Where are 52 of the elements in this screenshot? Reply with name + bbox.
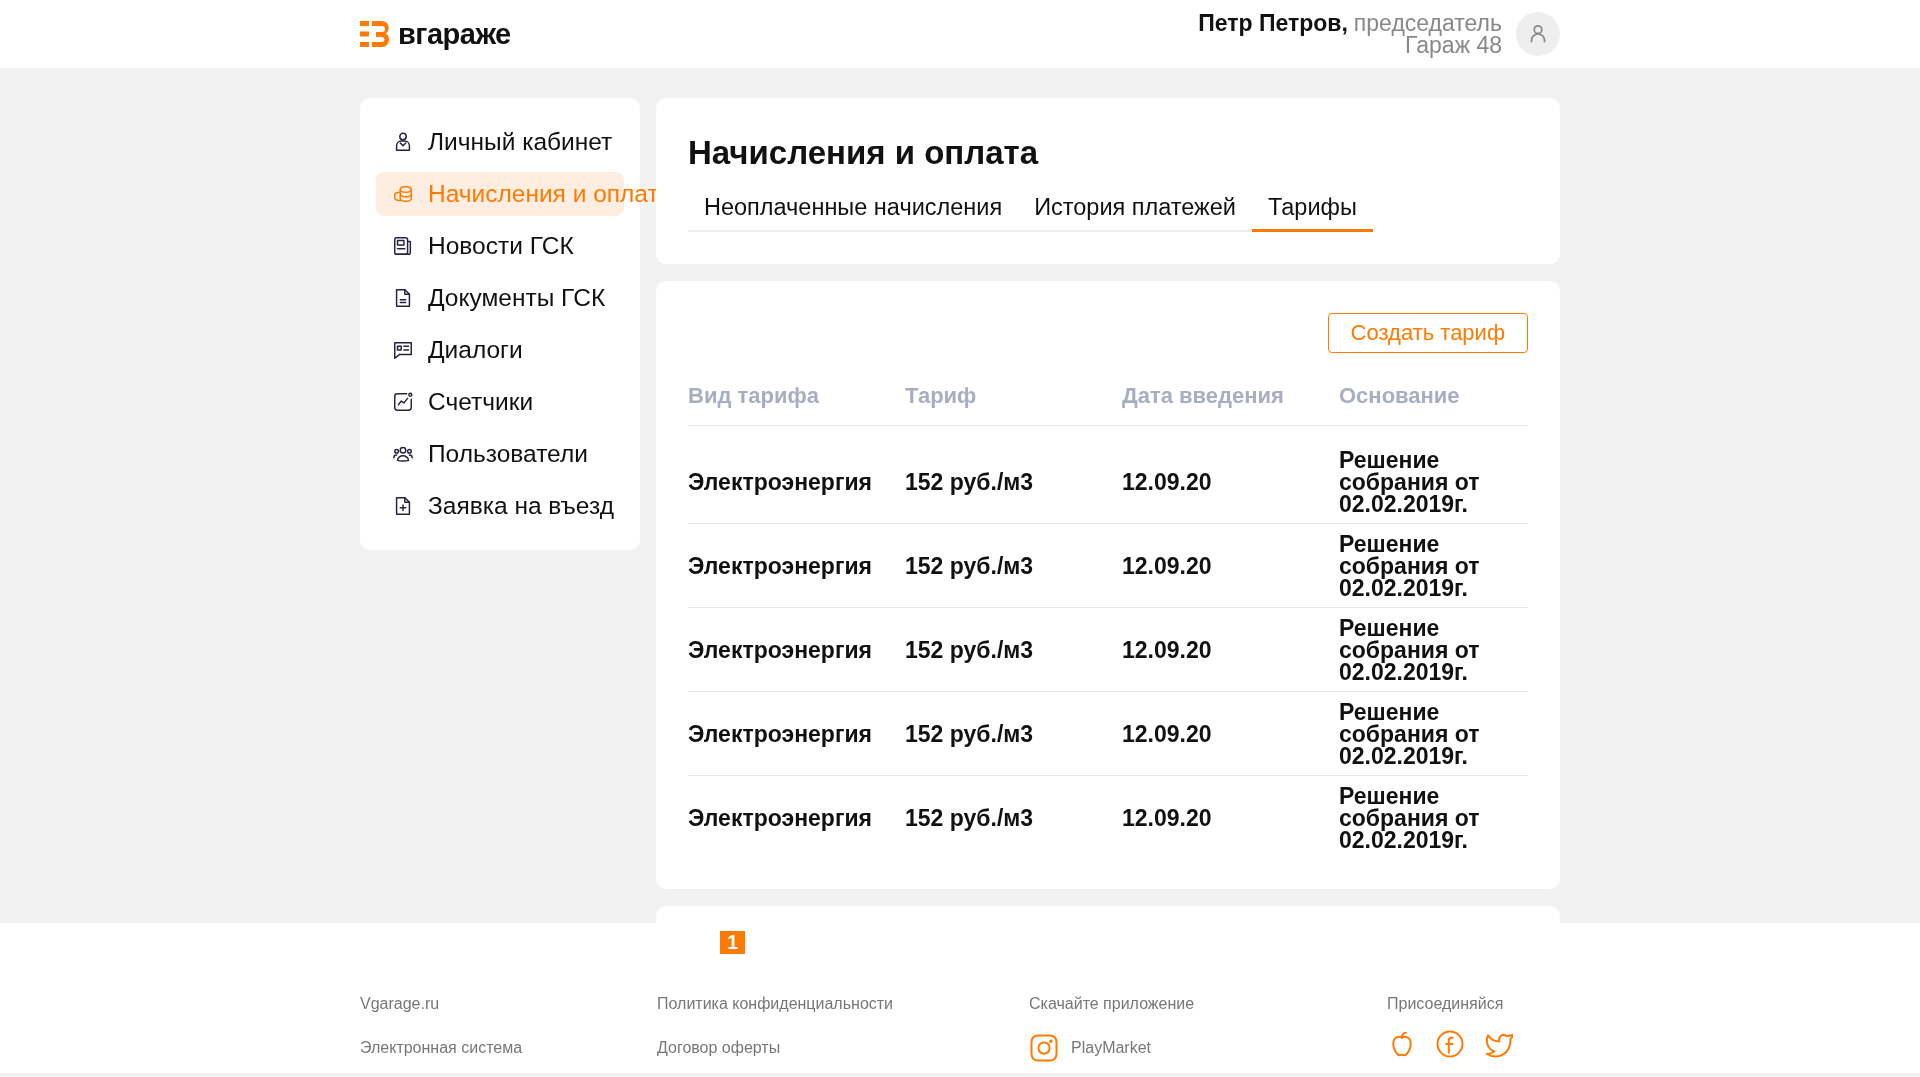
table-cell: Электроэнергия [688, 524, 905, 608]
sidebar-item[interactable]: Диалоги [376, 328, 624, 372]
sidebar-item[interactable]: Документы ГСК [376, 276, 624, 320]
table-cell: 12.09.20 [1122, 524, 1339, 608]
footer-link[interactable]: Электронная система [360, 1037, 657, 1059]
table-cell: 152 руб./м3 [905, 524, 1122, 608]
facebook-icon[interactable] [1435, 1029, 1465, 1059]
column-header: Основание [1339, 375, 1528, 426]
page-title: Начисления и оплата [688, 134, 1040, 172]
table-cell-text: 152 руб./м3 [905, 803, 1035, 833]
tab[interactable]: История платежей [1018, 188, 1252, 232]
table-cell-text: 12.09.20 [1122, 803, 1213, 833]
table-cell-text: Решение собрания от 02.02.2019г. [1339, 781, 1481, 855]
table-cell: 12.09.20 [1122, 608, 1339, 692]
table-cell-text: Электроэнергия [688, 803, 874, 833]
sidebar-item[interactable]: Счетчики [376, 380, 624, 424]
footer-link[interactable]: PlayMarket [1029, 1037, 1387, 1059]
footer-link[interactable]: Присоединяйся [1387, 993, 1560, 1015]
avatar-icon[interactable] [1516, 12, 1560, 56]
sidebar-item[interactable]: Личный кабинет [376, 120, 624, 164]
table-cell: Решение собрания от 02.02.2019г. [1339, 440, 1528, 524]
table-cell: Решение собрания от 02.02.2019г. [1339, 692, 1528, 776]
sidebar-item[interactable]: Пользователи [376, 432, 624, 476]
table-cell: 152 руб./м3 [905, 608, 1122, 692]
chart-icon [392, 391, 414, 413]
sidebar-item[interactable]: Заявка на въезд [376, 484, 624, 528]
table-cell: Электроэнергия [688, 692, 905, 776]
table-cell: 152 руб./м3 [905, 440, 1122, 524]
logo-icon [360, 19, 390, 49]
user-name: Петр Петров, [1198, 12, 1348, 34]
footer-link[interactable]: Скачайте приложение [1029, 993, 1387, 1015]
tab[interactable]: Тарифы [1252, 188, 1373, 232]
footer-link[interactable]: Политика конфиденциальности [657, 993, 1029, 1015]
sidebar-item[interactable]: Новости ГСК [376, 224, 624, 268]
column-header: Тариф [905, 375, 1122, 426]
table-cell: 12.09.20 [1122, 440, 1339, 524]
logo-text[interactable]: вгараже [398, 17, 511, 51]
newspaper-icon [392, 235, 414, 257]
table-cell: Решение собрания от 02.02.2019г. [1339, 608, 1528, 692]
table-cell: 152 руб./м3 [905, 692, 1122, 776]
column-header: Дата введения [1122, 375, 1339, 426]
table-cell: Электроэнергия [688, 440, 905, 524]
footer-link[interactable]: Договор оферты [657, 1037, 1029, 1059]
tab[interactable]: Неоплаченные начисления [688, 188, 1019, 232]
table-cell: Решение собрания от 02.02.2019г. [1339, 524, 1528, 608]
column-header: Вид тарифа [688, 375, 905, 426]
footer-link[interactable]: Vgarage.ru [360, 993, 657, 1015]
table-cell: Электроэнергия [688, 608, 905, 692]
chat-icon [392, 339, 414, 361]
table-cell: 12.09.20 [1122, 692, 1339, 776]
coins-icon [392, 183, 414, 205]
camera-icon [1029, 1033, 1059, 1063]
